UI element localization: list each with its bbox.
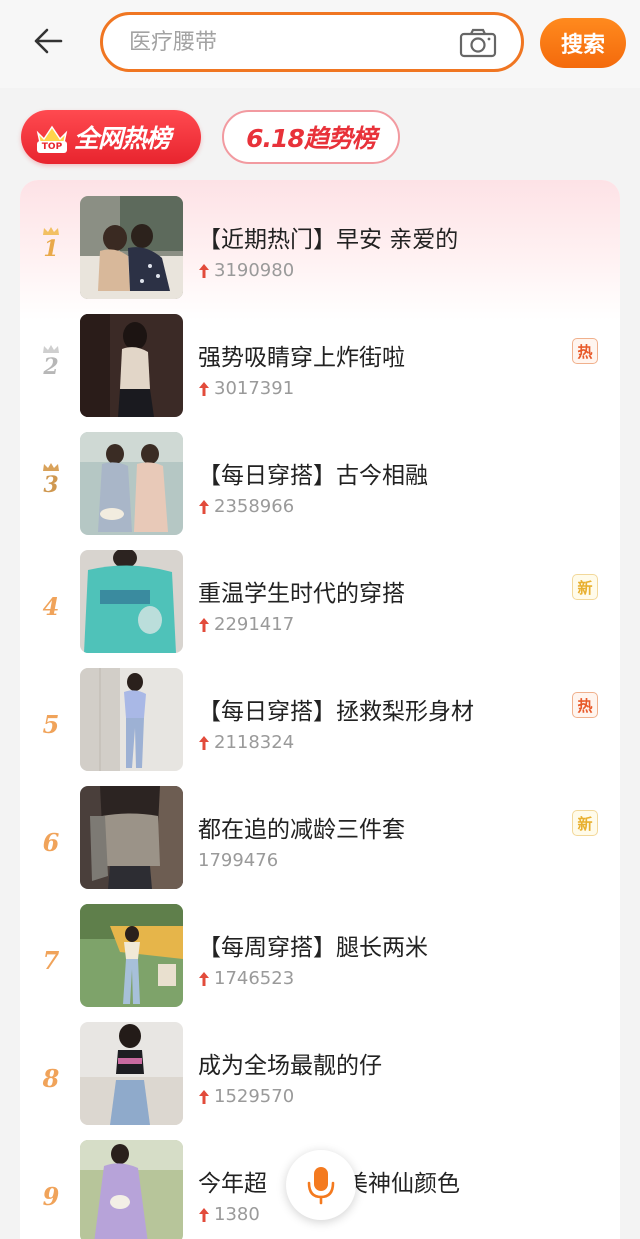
rank-number: 6 (42, 828, 60, 857)
rank-number: 4 (42, 592, 60, 621)
new-tag: 新 (572, 574, 598, 600)
rank-number: 8 (42, 1064, 60, 1093)
hot-tag: 热 (572, 692, 598, 718)
item-title: 【每周穿搭】腿长两米 (198, 935, 428, 961)
top-badge-label: TOP (41, 142, 63, 152)
rank-number: 1 (36, 226, 66, 276)
tab-hot-list-label: 全网热榜 (74, 124, 171, 153)
item-title: 【每日穿搭】拯救梨形身材 (198, 699, 474, 725)
voice-search-button[interactable] (286, 1150, 356, 1220)
list-item[interactable]: 5 【每日穿搭】拯救梨形身材 2118324 热 (20, 668, 620, 772)
item-thumbnail (80, 550, 183, 653)
arrow-up-icon (199, 971, 209, 986)
item-title: 重温学生时代的穿搭 (198, 581, 405, 607)
tab-trend-list[interactable]: 6.18趋势榜 (222, 110, 400, 164)
arrow-up-icon (199, 617, 209, 632)
ranking-card: 1 【近期热门】早安 亲爱的 3190980 2 强势吸睛穿上炸街啦 30173… (20, 180, 620, 1239)
list-item[interactable]: 3 【每日穿搭】古今相融 2358966 (20, 432, 620, 536)
crown-icon (43, 463, 59, 471)
item-title: 【近期热门】早安 亲爱的 (198, 227, 459, 253)
arrow-up-icon (199, 499, 209, 514)
item-title: 强势吸睛穿上炸街啦 (198, 345, 405, 371)
item-thumbnail (80, 314, 183, 417)
item-thumbnail (80, 432, 183, 535)
item-title: 成为全场最靓的仔 (198, 1053, 382, 1079)
item-heat-count: 3190980 (198, 260, 294, 281)
item-thumbnail (80, 1140, 183, 1239)
rank-number: 5 (42, 710, 60, 739)
search-button[interactable]: 搜索 (540, 18, 626, 68)
ranking-tabs: TOP 全网热榜 6.18趋势榜 (0, 88, 640, 182)
list-item[interactable]: 6 都在追的减龄三件套 1799476 新 (20, 786, 620, 890)
microphone-icon (307, 1167, 335, 1205)
rank-number: 9 (42, 1182, 60, 1211)
item-heat-count: 1529570 (198, 1086, 294, 1107)
camera-icon (459, 28, 497, 58)
list-item[interactable]: 8 成为全场最靓的仔 1529570 (20, 1022, 620, 1126)
item-thumbnail (80, 196, 183, 299)
rank-number: 2 (36, 344, 66, 394)
camera-button[interactable] (459, 28, 497, 58)
item-heat-count: 1799476 (198, 850, 279, 871)
item-heat-count: 2291417 (198, 614, 294, 635)
item-title: 都在追的减龄三件套 (198, 817, 405, 843)
arrow-left-icon (34, 28, 63, 54)
crown-icon (43, 227, 59, 235)
item-heat-count: 1380 (198, 1204, 260, 1225)
hot-tag: 热 (572, 338, 598, 364)
rank-number: 3 (36, 462, 66, 512)
tab-hot-list[interactable]: TOP 全网热榜 (21, 110, 201, 164)
item-title-start: 今年超 (198, 1171, 267, 1197)
item-thumbnail (80, 1022, 183, 1125)
list-item[interactable]: 2 强势吸睛穿上炸街啦 3017391 热 (20, 314, 620, 418)
list-item[interactable]: 1 【近期热门】早安 亲爱的 3190980 (20, 196, 620, 300)
arrow-up-icon (199, 381, 209, 396)
item-heat-count: 2118324 (198, 732, 294, 753)
item-thumbnail (80, 904, 183, 1007)
top-bar: 搜索 (0, 0, 640, 88)
item-heat-count: 3017391 (198, 378, 294, 399)
rank-number: 7 (42, 946, 60, 975)
new-tag: 新 (572, 810, 598, 836)
arrow-up-icon (199, 1089, 209, 1104)
crown-icon (43, 345, 59, 353)
tab-trend-list-label: 6.18趋势榜 (246, 124, 377, 153)
item-title-end: 美神仙颜色 (345, 1171, 460, 1197)
arrow-up-icon (199, 735, 209, 750)
list-item[interactable]: 4 重温学生时代的穿搭 2291417 新 (20, 550, 620, 654)
top-crown-icon: TOP (32, 117, 72, 157)
item-heat-count: 1746523 (198, 968, 294, 989)
search-box (100, 12, 524, 72)
back-button[interactable] (30, 26, 66, 56)
item-thumbnail (80, 668, 183, 771)
item-title: 【每日穿搭】古今相融 (198, 463, 428, 489)
item-heat-count: 2358966 (198, 496, 294, 517)
item-thumbnail (80, 786, 183, 889)
list-item[interactable]: 7 【每周穿搭】腿长两米 1746523 (20, 904, 620, 1008)
search-input[interactable] (103, 15, 443, 69)
arrow-up-icon (199, 263, 209, 278)
arrow-up-icon (199, 1207, 209, 1222)
